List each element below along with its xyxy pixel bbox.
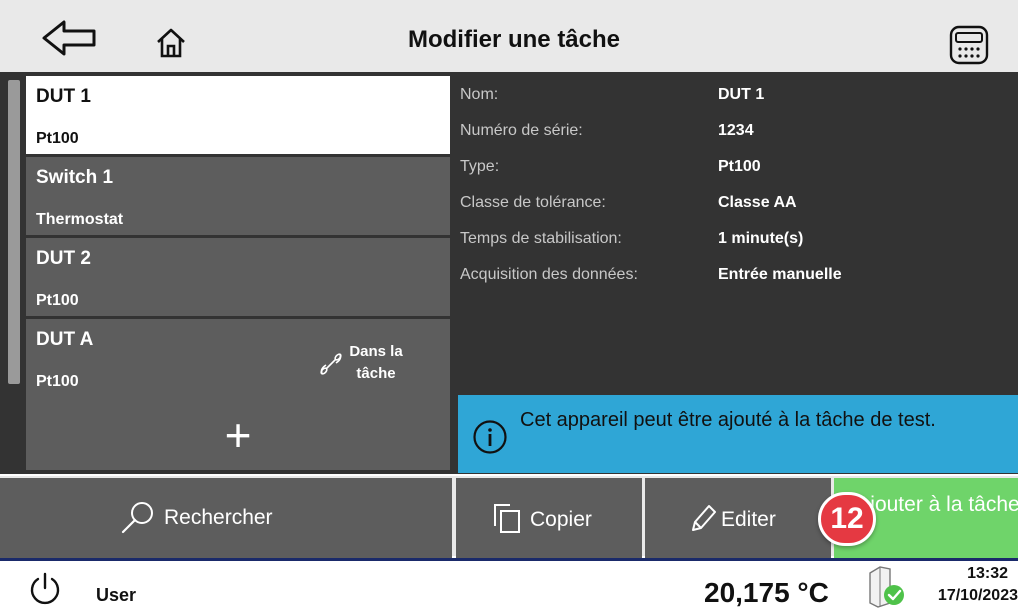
user-label: User [96,585,137,605]
detail-value: Pt100 [718,158,761,175]
info-banner: Cet appareil peut être ajouté à la tâche… [458,395,1018,473]
detail-row-type: Type: Pt100 [460,158,1000,194]
back-arrow-icon[interactable] [40,18,100,58]
edit-label: Editer [721,508,776,531]
detail-label: Temps de stabilisation: [460,230,622,247]
detail-label: Nom: [460,86,499,103]
copy-label: Copier [530,508,592,531]
link-icon [318,351,344,377]
pencil-icon [687,502,717,534]
device-name: DUT 1 [36,86,91,107]
in-task-label: Dans la tâche [349,343,403,382]
detail-label: Numéro de série: [460,122,583,139]
header-bar: Modifier une tâche [0,0,1018,72]
detail-value: Entrée manuelle [718,266,842,283]
device-name: DUT A [36,329,94,350]
page-title: Modifier une tâche [407,26,621,53]
home-icon[interactable] [154,26,188,60]
device-connected-icon[interactable] [866,563,906,608]
detail-value: 1234 [718,122,754,139]
detail-row-name: Nom: DUT 1 [460,86,1000,122]
detail-label: Acquisition des données: [460,266,638,283]
device-item-dut-1[interactable]: DUT 1 Pt100 [26,76,450,154]
clock-time: 13:32 [967,565,1008,582]
info-message: Cet appareil peut être ajouté à la tâche… [520,409,936,431]
detail-row-tolerance: Classe de tolérance: Classe AA [460,194,1000,230]
detail-row-stabilisation: Temps de stabilisation: 1 minute(s) [460,230,1000,266]
step-number-badge: 12 [818,492,876,546]
temperature-readout: 20,175 °C [704,577,829,608]
search-label: Rechercher [164,506,273,529]
calculator-icon[interactable] [948,24,990,66]
plus-icon: + [224,409,252,461]
detail-value: 1 minute(s) [718,230,804,247]
add-device-button[interactable]: + [26,396,450,470]
status-bar: User 20,175 °C 13:32 17/10/2023 [0,558,1018,608]
detail-value: Classe AA [718,194,797,211]
copy-icon [492,502,522,534]
device-name: DUT 2 [36,248,91,269]
info-icon [472,419,508,455]
device-item-dut-2[interactable]: DUT 2 Pt100 [26,238,450,316]
detail-label: Classe de tolérance: [460,194,606,211]
power-icon[interactable] [28,571,62,607]
detail-row-serial: Numéro de série: 1234 [460,122,1000,158]
device-name: Switch 1 [36,167,114,188]
device-type: Thermostat [36,211,124,228]
device-item-switch-1[interactable]: Switch 1 Thermostat [26,157,450,235]
device-item-dut-a[interactable]: DUT A Pt100 Dans la tâche [26,319,450,397]
copy-button[interactable]: Copier [456,478,642,558]
search-icon [118,498,158,538]
detail-row-acquisition: Acquisition des données: Entrée manuelle [460,266,1000,302]
search-button[interactable]: Rechercher [0,478,452,558]
device-type: Pt100 [36,292,79,309]
device-type: Pt100 [36,373,79,390]
clock-date: 17/10/2023 [937,587,1018,604]
device-type: Pt100 [36,130,79,147]
edit-button[interactable]: Editer [645,478,831,558]
detail-label: Type: [460,158,500,175]
list-scrollbar[interactable] [8,80,20,384]
device-details: Nom: DUT 1 Numéro de série: 1234 Type: P… [460,86,1000,302]
in-task-badge: Dans la tâche [318,341,428,385]
detail-value: DUT 1 [718,86,765,103]
device-list: DUT 1 Pt100 Switch 1 Thermostat DUT 2 Pt… [26,76,450,400]
